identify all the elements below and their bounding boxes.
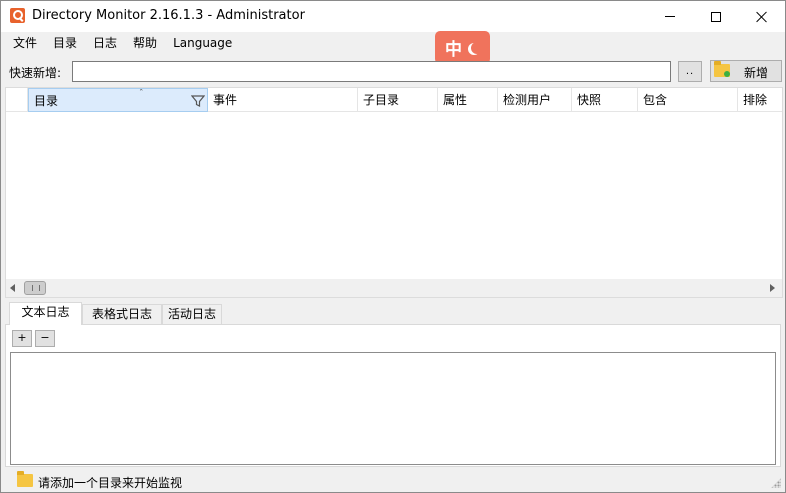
folder-icon xyxy=(17,471,33,487)
log-panel: + − xyxy=(5,324,781,467)
directory-grid[interactable]: 目录 ˆ 事件 子目录 属性 检测用户 快照 包含 排除 xyxy=(5,87,783,298)
status-bar: 请添加一个目录来开始监视 xyxy=(1,470,785,492)
sort-ascending-icon: ˆ xyxy=(139,89,144,99)
browse-button[interactable]: .. xyxy=(678,61,702,82)
log-text-area[interactable] xyxy=(10,352,776,465)
column-header-subdirectory[interactable]: 子目录 xyxy=(358,88,438,112)
zoom-in-button[interactable]: + xyxy=(12,330,32,347)
filter-icon[interactable] xyxy=(191,94,205,108)
column-header-exclude[interactable]: 排除 xyxy=(738,88,782,112)
folder-add-icon xyxy=(714,61,730,77)
app-logo-icon xyxy=(10,8,25,23)
column-header-attributes[interactable]: 属性 xyxy=(438,88,498,112)
add-directory-button[interactable]: 新增 xyxy=(710,60,782,82)
tab-table-log[interactable]: 表格式日志 xyxy=(82,304,162,324)
close-button[interactable] xyxy=(739,1,785,32)
window-title: Directory Monitor 2.16.1.3 - Administrat… xyxy=(32,8,305,23)
column-header-snapshot[interactable]: 快照 xyxy=(572,88,638,112)
close-icon xyxy=(756,11,768,23)
menu-file[interactable]: 文件 xyxy=(5,32,45,54)
column-header-event[interactable]: 事件 xyxy=(208,88,358,112)
ime-mode-label: 中 xyxy=(445,40,462,60)
menu-help[interactable]: 帮助 xyxy=(125,32,165,54)
grid-header: 目录 ˆ 事件 子目录 属性 检测用户 快照 包含 排除 xyxy=(6,88,782,112)
tab-text-log[interactable]: 文本日志 xyxy=(9,302,82,325)
log-tabs: 文本日志 表格式日志 活动日志 xyxy=(5,302,781,325)
menu-directory[interactable]: 目录 xyxy=(45,32,85,54)
scroll-thumb[interactable] xyxy=(24,281,46,295)
moon-icon xyxy=(471,42,483,54)
add-directory-label: 新增 xyxy=(744,66,769,80)
menu-bar: 文件 目录 日志 帮助 Language xyxy=(1,32,785,54)
minimize-icon xyxy=(665,16,675,17)
title-bar[interactable]: Directory Monitor 2.16.1.3 - Administrat… xyxy=(1,1,785,32)
status-text: 请添加一个目录来开始监视 xyxy=(38,476,183,490)
row-indicator-header xyxy=(6,88,28,112)
quick-add-bar: 快速新增: .. 新增 xyxy=(1,59,785,85)
column-header-directory[interactable]: 目录 ˆ xyxy=(28,88,208,112)
menu-language[interactable]: Language xyxy=(165,32,240,54)
horizontal-scrollbar[interactable] xyxy=(6,279,782,297)
column-header-include[interactable]: 包含 xyxy=(638,88,738,112)
tab-activity-log[interactable]: 活动日志 xyxy=(162,304,222,324)
zoom-out-button[interactable]: − xyxy=(35,330,55,347)
column-label: 目录 xyxy=(34,94,59,108)
column-header-detect-user[interactable]: 检测用户 xyxy=(498,88,572,112)
resize-grip-icon[interactable] xyxy=(771,478,781,488)
app-window: Directory Monitor 2.16.1.3 - Administrat… xyxy=(0,0,786,493)
scroll-left-icon[interactable] xyxy=(10,284,15,292)
maximize-icon xyxy=(711,11,721,22)
maximize-button[interactable] xyxy=(693,1,739,32)
minimize-button[interactable] xyxy=(647,1,693,32)
menu-log[interactable]: 日志 xyxy=(85,32,125,54)
quick-add-input[interactable] xyxy=(72,61,671,82)
scroll-right-icon[interactable] xyxy=(770,284,775,292)
quick-add-label: 快速新增: xyxy=(9,66,62,80)
